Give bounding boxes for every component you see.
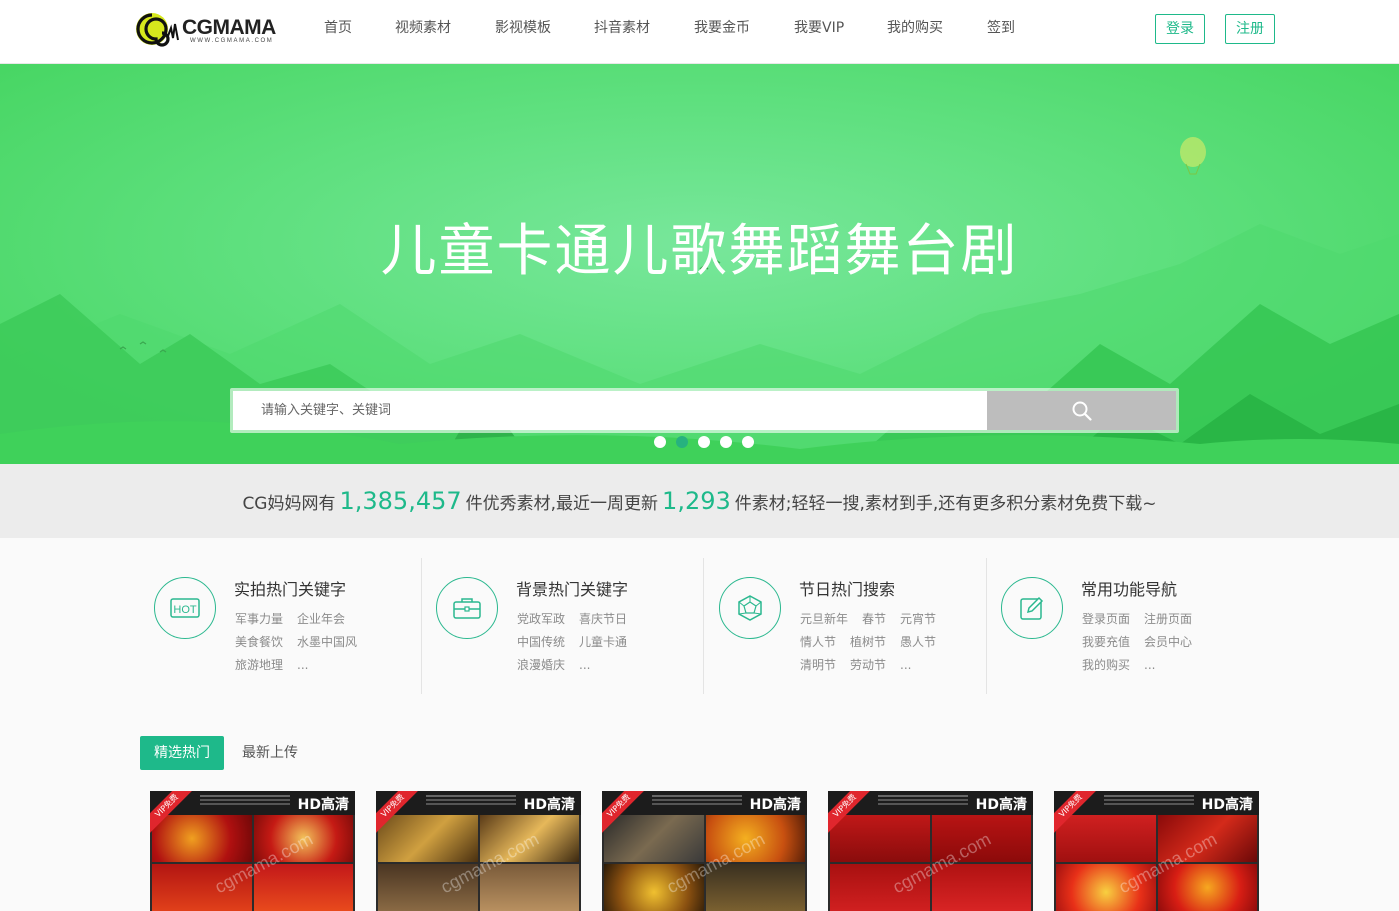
material-card[interactable]: VIP免费 HD高清 cgmama.com bbox=[1054, 791, 1259, 911]
stats-prefix: CG妈妈网有 bbox=[242, 494, 336, 514]
category-title: 节日热门搜索 bbox=[799, 580, 896, 599]
keyword-link[interactable]: 企业年会 bbox=[297, 608, 345, 631]
nav-home[interactable]: 首页 bbox=[324, 0, 352, 56]
nav-video-material[interactable]: 视频素材 bbox=[395, 0, 451, 56]
hd-badge: HD高清 bbox=[749, 797, 801, 813]
nav-checkin[interactable]: 签到 bbox=[987, 0, 1015, 56]
search-input[interactable] bbox=[233, 391, 987, 430]
site-logo[interactable]: CGMAMA WWW.CGMAMA.COM bbox=[134, 10, 286, 48]
keyword-link[interactable]: 中国传统 bbox=[517, 631, 565, 654]
keyword-link[interactable]: 旅游地理 bbox=[235, 654, 283, 677]
hot-icon: HOT bbox=[154, 577, 216, 639]
banner-title: 儿童卡通儿歌舞蹈舞台剧 bbox=[380, 219, 1019, 284]
keyword-link[interactable]: 植树节 bbox=[850, 631, 886, 654]
tab-featured[interactable]: 精选热门 bbox=[140, 736, 224, 770]
keyword-link[interactable]: 元宵节 bbox=[900, 608, 936, 631]
nav-my-purchases[interactable]: 我的购买 bbox=[887, 0, 943, 56]
search-button[interactable] bbox=[987, 391, 1176, 430]
category-background: 背景热门关键字 党政军政 喜庆节日 中国传统 儿童卡通 浪漫婚庆 ... bbox=[422, 558, 704, 694]
login-button[interactable]: 登录 bbox=[1155, 14, 1205, 44]
hd-badge: HD高清 bbox=[297, 797, 349, 813]
material-card[interactable]: VIP免费 HD高清 cgmama.com bbox=[602, 791, 807, 911]
hd-badge: HD高清 bbox=[975, 797, 1027, 813]
keyword-link[interactable]: 儿童卡通 bbox=[579, 631, 627, 654]
nav-gold-coins[interactable]: 我要金币 bbox=[694, 0, 750, 56]
carousel-dot-3[interactable] bbox=[698, 436, 710, 448]
site-header: CGMAMA WWW.CGMAMA.COM 首页 视频素材 影视模板 抖音素材 … bbox=[0, 0, 1399, 64]
category-title: 实拍热门关键字 bbox=[234, 580, 347, 599]
logo-subtext: WWW.CGMAMA.COM bbox=[190, 38, 274, 44]
keyword-link[interactable]: 登录页面 bbox=[1082, 608, 1130, 631]
keyword-link[interactable]: 元旦新年 bbox=[800, 608, 848, 631]
keyword-link[interactable]: 水墨中国风 bbox=[297, 631, 357, 654]
category-links: 党政军政 喜庆节日 中国传统 儿童卡通 浪漫婚庆 ... bbox=[517, 608, 697, 677]
keyword-link[interactable]: 喜庆节日 bbox=[579, 608, 627, 631]
stats-middle: 件优秀素材,最近一周更新 bbox=[465, 494, 659, 514]
more-link[interactable]: ... bbox=[1144, 654, 1155, 677]
keyword-link[interactable]: 情人节 bbox=[800, 631, 836, 654]
search-icon bbox=[1072, 401, 1092, 421]
material-card[interactable]: VIP免费 HD高清 cgmama.com bbox=[376, 791, 581, 911]
keyword-link[interactable]: 美食餐饮 bbox=[235, 631, 283, 654]
keyword-link[interactable]: 军事力量 bbox=[235, 608, 283, 631]
category-links: 登录页面 注册页面 我要充值 会员中心 我的购买 ... bbox=[1082, 608, 1262, 677]
nav-douyin-material[interactable]: 抖音素材 bbox=[594, 0, 650, 56]
keyword-link[interactable]: 愚人节 bbox=[900, 631, 936, 654]
search-bar bbox=[230, 388, 1179, 433]
material-grid: VIP免费 HD高清 cgmama.com VIP免费 HD高清 cgmama.… bbox=[150, 791, 1259, 911]
stats-suffix: 件素材;轻轻一搜,素材到手,还有更多积分素材免费下载~ bbox=[734, 494, 1157, 514]
keyword-link[interactable]: 会员中心 bbox=[1144, 631, 1192, 654]
carousel-dot-5[interactable] bbox=[742, 436, 754, 448]
keyword-link[interactable]: 清明节 bbox=[800, 654, 836, 677]
tab-latest[interactable]: 最新上传 bbox=[228, 736, 312, 770]
keyword-link[interactable]: 我要充值 bbox=[1082, 631, 1130, 654]
svg-text:HOT: HOT bbox=[173, 604, 197, 616]
more-link[interactable]: ... bbox=[579, 654, 590, 677]
site-stats: CG妈妈网有 1,385,457 件优秀素材,最近一周更新 1,293 件素材;轻轻一搜… bbox=[0, 464, 1399, 538]
hd-badge: HD高清 bbox=[523, 797, 575, 813]
keyword-link[interactable]: 劳动节 bbox=[850, 654, 886, 677]
carousel-dot-4[interactable] bbox=[720, 436, 732, 448]
nav-vip[interactable]: 我要VIP bbox=[794, 0, 844, 56]
content-tabs: 精选热门 最新上传 bbox=[140, 736, 312, 770]
logo-spiral-icon bbox=[136, 13, 179, 47]
category-title: 常用功能导航 bbox=[1081, 580, 1178, 599]
stats-weekly-count: 1,293 bbox=[662, 487, 731, 515]
category-holiday: 节日热门搜索 元旦新年 春节 元宵节 情人节 植树节 愚人节 清明节 劳动节 .… bbox=[705, 558, 987, 694]
carousel-dot-1[interactable] bbox=[654, 436, 666, 448]
category-links: 军事力量 企业年会 美食餐饮 水墨中国风 旅游地理 ... bbox=[235, 608, 415, 677]
gem-icon bbox=[719, 577, 781, 639]
category-title: 背景热门关键字 bbox=[516, 580, 629, 599]
keyword-link[interactable]: 我的购买 bbox=[1082, 654, 1130, 677]
category-section: HOT 实拍热门关键字 军事力量 企业年会 美食餐饮 水墨中国风 旅游地理 ..… bbox=[0, 538, 1399, 708]
category-common-nav: 常用功能导航 登录页面 注册页面 我要充值 会员中心 我的购买 ... bbox=[987, 558, 1269, 694]
logo-text: CGMAMA bbox=[182, 16, 276, 39]
stats-total-count: 1,385,457 bbox=[339, 487, 462, 515]
hd-badge: HD高清 bbox=[1201, 797, 1253, 813]
category-links: 元旦新年 春节 元宵节 情人节 植树节 愚人节 清明节 劳动节 ... bbox=[800, 608, 980, 677]
more-link[interactable]: ... bbox=[900, 654, 911, 677]
nav-film-template[interactable]: 影视模板 bbox=[495, 0, 551, 56]
carousel-dot-2[interactable] bbox=[676, 436, 688, 448]
material-card[interactable]: VIP免费 HD高清 cgmama.com bbox=[828, 791, 1033, 911]
edit-icon bbox=[1001, 577, 1063, 639]
carousel-dots bbox=[654, 436, 754, 448]
keyword-link[interactable]: 注册页面 bbox=[1144, 608, 1192, 631]
keyword-link[interactable]: 春节 bbox=[862, 608, 886, 631]
briefcase-icon bbox=[436, 577, 498, 639]
keyword-link[interactable]: 党政军政 bbox=[517, 608, 565, 631]
keyword-link[interactable]: 浪漫婚庆 bbox=[517, 654, 565, 677]
register-button[interactable]: 注册 bbox=[1225, 14, 1275, 44]
category-live-shot: HOT 实拍热门关键字 军事力量 企业年会 美食餐饮 水墨中国风 旅游地理 ..… bbox=[140, 558, 422, 694]
material-card[interactable]: VIP免费 HD高清 cgmama.com bbox=[150, 791, 355, 911]
hero-banner: 儿童卡通儿歌舞蹈舞台剧 bbox=[0, 64, 1399, 464]
more-link[interactable]: ... bbox=[297, 654, 308, 677]
